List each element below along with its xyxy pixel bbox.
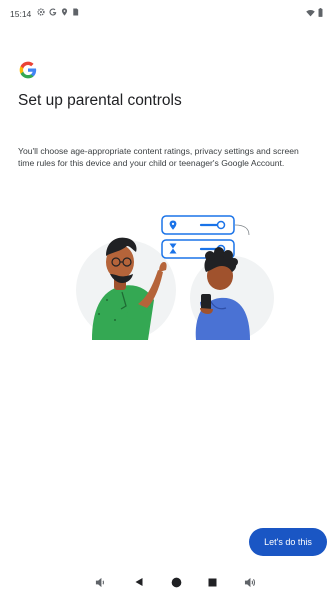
google-logo-icon (19, 61, 37, 79)
status-system-icons (306, 8, 323, 17)
status-time: 15:14 (10, 9, 32, 19)
location-icon (61, 8, 68, 16)
page-title: Set up parental controls (18, 92, 182, 109)
volume-up-button[interactable] (240, 572, 260, 592)
parent-and-child-illustration (76, 215, 274, 340)
status-notification-icons (37, 8, 79, 16)
home-icon (171, 577, 181, 587)
overview-icon (208, 578, 216, 586)
back-icon (135, 578, 143, 586)
navigation-bar (0, 572, 329, 592)
overview-button[interactable] (202, 572, 222, 592)
home-button[interactable] (166, 572, 186, 592)
back-button[interactable] (129, 572, 149, 592)
wifi-icon (306, 9, 315, 16)
google-g-icon (49, 8, 57, 16)
parental-controls-setup-screen: 15:14 Set up parental controls You'll ch… (0, 0, 329, 593)
lets-do-this-button[interactable]: Let's do this (249, 528, 327, 556)
status-bar: 15:14 (0, 0, 329, 28)
volume-down-button[interactable] (90, 572, 110, 592)
location-setting-card (161, 215, 235, 235)
sim-card-icon (73, 8, 79, 16)
settings-gear-icon (37, 8, 45, 16)
card-connector-line (234, 224, 250, 236)
battery-icon (318, 8, 323, 17)
description-text: You'll choose age-appropriate content ra… (18, 146, 299, 168)
volume-down-icon (95, 577, 104, 587)
volume-up-icon (244, 577, 256, 587)
